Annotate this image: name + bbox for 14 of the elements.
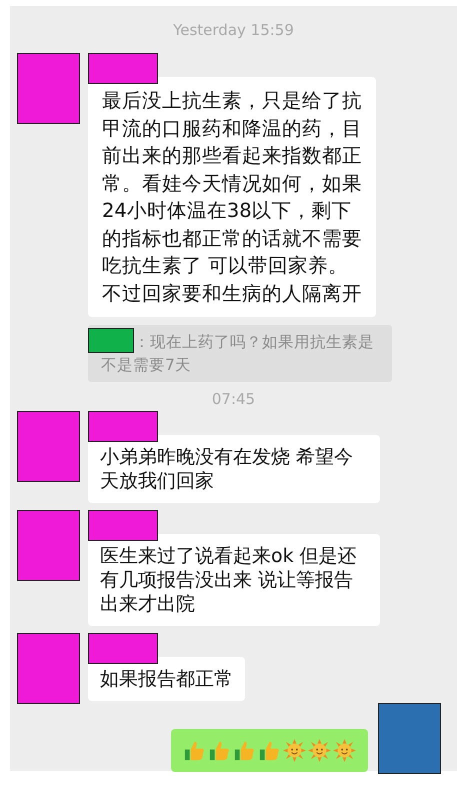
- thumbs-up-icon: [183, 739, 206, 762]
- quote-text: ：现在上药了吗？如果用抗生素是不是需要7天: [101, 333, 374, 374]
- thumbs-up-icon: [258, 739, 281, 762]
- timestamp: 07:45: [210, 389, 256, 409]
- message-bubble: 如果报告都正常: [88, 657, 245, 701]
- message-bubble: 小弟弟昨晚没有在发烧 希望今天放我们回家: [88, 435, 380, 503]
- message-bubble: 最后没上抗生素，只是给了抗甲流的口服药和降温的药，目前出来的那些看起来指数都正常。看娃今天情况如何，如果24小时体温在38以下，剩下的指标也都正常的话就不需要吃抗生素了 可以带回家养。不过回家要和生病的人隔离开: [88, 77, 376, 317]
- sun-face-icon: [283, 739, 306, 762]
- sun-face-icon: [308, 739, 331, 762]
- thumbs-up-icon: [208, 739, 231, 762]
- timestamp: Yesterday 15:59: [172, 20, 295, 40]
- message-bubble: 医生来过了说看起来ok 但是还有几项报告没出来 说让等报告出来才出院: [88, 534, 380, 626]
- sun-face-icon: [333, 739, 356, 762]
- thumbs-up-icon: [233, 739, 256, 762]
